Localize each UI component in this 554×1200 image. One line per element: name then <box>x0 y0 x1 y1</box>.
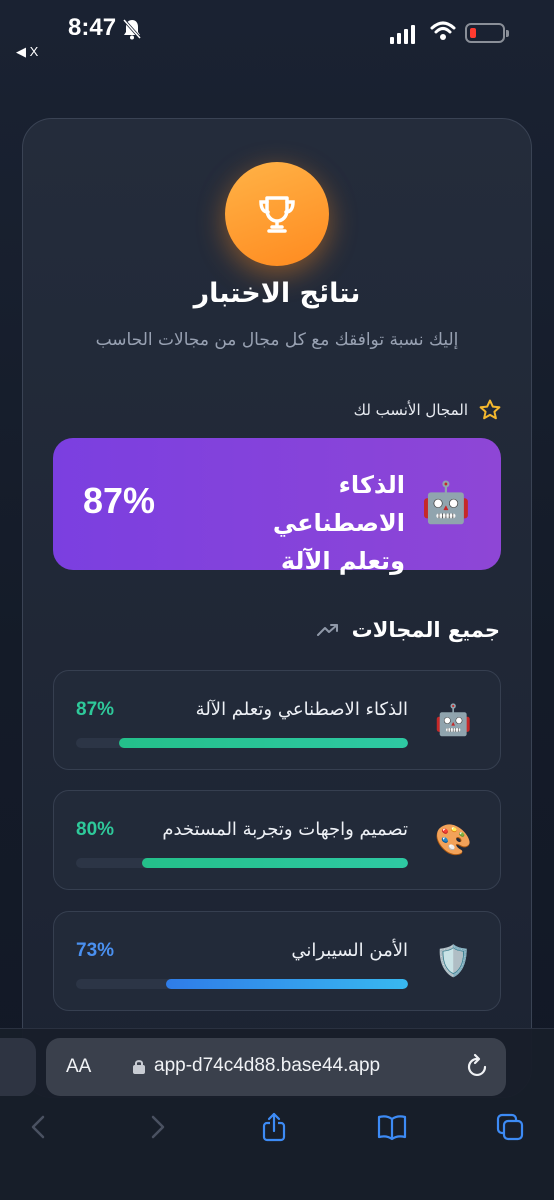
palette-icon: 🎨 <box>434 823 472 858</box>
clock: 8:47 <box>68 14 117 41</box>
all-fields-header: جميع المجالات <box>316 618 500 642</box>
field-name: الأمن السيبراني <box>291 940 408 961</box>
lock-icon <box>133 1060 145 1074</box>
field-item[interactable]: 🛡️ الأمن السيبراني 73% <box>53 911 501 1011</box>
muted-bell-icon <box>122 19 142 40</box>
cell-signal-icon <box>390 24 415 44</box>
best-field-card: 🤖 الذكاء الاصطناعي وتعلم الآلة 87% <box>53 438 501 575</box>
status-bar: 8:47 ◀ X <box>0 0 554 70</box>
page-subtitle: إليك نسبة توافقك مع كل مجال من مجالات ال… <box>95 330 459 350</box>
field-name: تصميم واجهات وتجربة المستخدم <box>162 819 408 840</box>
field-item[interactable]: 🤖 الذكاء الاصطناعي وتعلم الآلة 87% <box>53 670 501 770</box>
share-icon[interactable] <box>259 1112 289 1142</box>
best-field-percent: 87% <box>83 480 156 521</box>
page-title: نتائج الاختبار <box>193 278 361 309</box>
field-name: الذكاء الاصطناعي وتعلم الآلة <box>195 699 408 720</box>
all-fields-title: جميع المجالات <box>351 618 500 642</box>
progress-fill <box>142 858 408 868</box>
progress-track <box>76 738 408 748</box>
star-icon <box>479 399 501 420</box>
progress-track <box>76 979 408 989</box>
field-percent: 87% <box>76 699 115 720</box>
field-percent: 73% <box>76 940 115 961</box>
shield-icon: 🛡️ <box>434 944 472 979</box>
field-item[interactable]: 🎨 تصميم واجهات وتجربة المستخدم 80% <box>53 790 501 890</box>
forward-arrow-icon[interactable] <box>142 1112 172 1142</box>
best-field-label: المجال الأنسب لك <box>353 401 468 419</box>
field-percent: 80% <box>76 819 115 840</box>
bookmarks-icon[interactable] <box>377 1112 407 1142</box>
best-field-name: الذكاء الاصطناعي وتعلم الآلة <box>272 471 405 575</box>
reload-icon[interactable] <box>466 1053 490 1079</box>
wifi-icon <box>430 21 456 40</box>
reader-settings-button[interactable]: AA <box>66 1056 91 1078</box>
trending-up-icon <box>316 624 338 636</box>
best-field-header: المجال الأنسب لك <box>354 398 502 422</box>
robot-icon: 🤖 <box>434 703 472 738</box>
url-text[interactable]: app-d74c4d88.base44.app <box>154 1055 380 1077</box>
robot-icon: 🤖 <box>421 480 471 526</box>
back-to-app-link[interactable]: ◀ X <box>16 44 38 60</box>
progress-fill <box>165 979 408 989</box>
back-arrow-icon[interactable] <box>24 1112 54 1142</box>
progress-track <box>76 858 408 868</box>
tabs-icon[interactable] <box>495 1112 525 1142</box>
progress-fill <box>119 738 408 748</box>
trophy-icon <box>259 196 295 233</box>
previous-tab-peek[interactable] <box>0 1038 36 1096</box>
battery-icon <box>465 23 509 43</box>
trophy-badge <box>225 162 329 266</box>
